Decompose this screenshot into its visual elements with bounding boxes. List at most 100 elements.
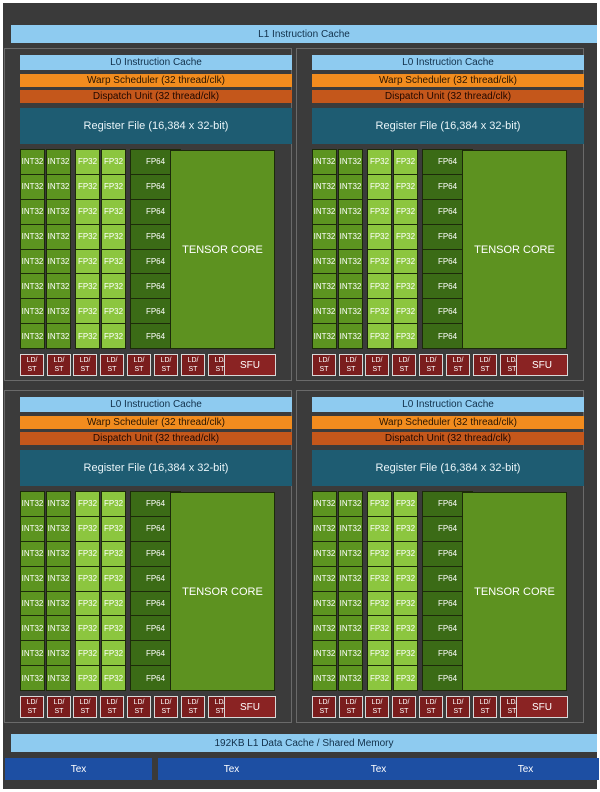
fp32-column: FP32 FP32 FP32 FP32 FP32 FP32 FP32 FP32	[367, 149, 392, 349]
int32-column: INT32 INT32 INT32 INT32 INT32 INT32 INT32 INT32	[46, 149, 71, 349]
int32-unit: INT32	[20, 298, 45, 325]
streaming-multiprocessor: L1 Instruction Cache L0 Instruction Cach…	[3, 3, 599, 789]
int32-column: INT32 INT32 INT32 INT32 INT32 INT32 INT32 INT32	[338, 149, 363, 349]
int32-unit: INT32	[312, 173, 337, 200]
int32-unit: INT32	[20, 491, 45, 517]
int32-unit: INT32	[46, 173, 71, 200]
int32-unit: INT32	[46, 223, 71, 250]
dispatch-unit: Dispatch Unit (32 thread/clk)	[20, 90, 292, 103]
fp32-unit: FP32	[367, 198, 392, 225]
fp32-unit: FP32	[367, 590, 392, 617]
ld-st-unit: LD/ ST	[312, 354, 336, 376]
fp32-unit: FP32	[393, 298, 418, 325]
ld-st-unit: LD/ ST	[392, 354, 416, 376]
ld-st-unit: LD/ ST	[154, 354, 178, 376]
int32-unit: INT32	[312, 540, 337, 567]
int32-unit: INT32	[338, 198, 363, 225]
ld-st-unit: LD/ ST	[154, 696, 178, 718]
fp32-column: FP32 FP32 FP32 FP32 FP32 FP32 FP32 FP32	[75, 149, 100, 349]
fp32-unit: FP32	[75, 665, 100, 691]
tensor-core: TENSOR CORE	[462, 150, 567, 349]
int32-column: INT32 INT32 INT32 INT32 INT32 INT32 INT32 INT32	[20, 149, 45, 349]
fp32-unit: FP32	[75, 565, 100, 592]
warp-scheduler: Warp Scheduler (32 thread/clk)	[312, 74, 584, 87]
fp32-unit: FP32	[367, 323, 392, 349]
fp32-unit: FP32	[367, 540, 392, 567]
fp32-unit: FP32	[393, 615, 418, 642]
fp32-unit: FP32	[367, 223, 392, 250]
fp32-unit: FP32	[393, 540, 418, 567]
processing-block-4: L0 Instruction Cache Warp Scheduler (32 t…	[296, 390, 584, 723]
int32-unit: INT32	[46, 665, 71, 691]
fp32-unit: FP32	[101, 615, 126, 642]
int32-unit: INT32	[312, 491, 337, 517]
fp32-unit: FP32	[75, 223, 100, 250]
fp32-column: FP32 FP32 FP32 FP32 FP32 FP32 FP32 FP32	[101, 491, 126, 691]
fp32-unit: FP32	[101, 640, 126, 667]
int32-unit: INT32	[46, 248, 71, 275]
l0-instruction-cache: L0 Instruction Cache	[312, 397, 584, 412]
fp32-unit: FP32	[75, 590, 100, 617]
int32-unit: INT32	[338, 615, 363, 642]
int32-column: INT32 INT32 INT32 INT32 INT32 INT32 INT32 INT32	[46, 491, 71, 691]
processing-block-1: L0 Instruction Cache Warp Scheduler (32 t…	[4, 48, 292, 381]
int32-unit: INT32	[46, 491, 71, 517]
int32-unit: INT32	[20, 615, 45, 642]
int32-unit: INT32	[338, 298, 363, 325]
ld-st-unit: LD/ ST	[392, 696, 416, 718]
ld-st-unit: LD/ ST	[47, 696, 71, 718]
ld-st-unit: LD/ ST	[181, 696, 205, 718]
int32-unit: INT32	[338, 223, 363, 250]
dispatch-unit: Dispatch Unit (32 thread/clk)	[20, 432, 292, 445]
register-file: Register File (16,384 x 32-bit)	[312, 450, 584, 486]
int32-unit: INT32	[20, 565, 45, 592]
fp32-unit: FP32	[393, 248, 418, 275]
fp32-unit: FP32	[393, 223, 418, 250]
ld-st-unit: LD/ ST	[100, 696, 124, 718]
fp32-unit: FP32	[393, 273, 418, 300]
int32-column: INT32 INT32 INT32 INT32 INT32 INT32 INT32 INT32	[312, 491, 337, 691]
fp32-unit: FP32	[393, 198, 418, 225]
int32-unit: INT32	[46, 590, 71, 617]
ld-st-unit: LD/ ST	[127, 696, 151, 718]
int32-unit: INT32	[338, 248, 363, 275]
int32-unit: INT32	[20, 248, 45, 275]
fp32-unit: FP32	[393, 665, 418, 691]
int32-unit: INT32	[312, 198, 337, 225]
sfu-unit: SFU	[224, 354, 276, 376]
ld-st-unit: LD/ ST	[100, 354, 124, 376]
fp32-unit: FP32	[101, 149, 126, 175]
tex-unit-1: Tex	[5, 758, 152, 780]
fp32-unit: FP32	[367, 615, 392, 642]
int32-unit: INT32	[312, 590, 337, 617]
fp32-unit: FP32	[101, 273, 126, 300]
fp32-column: FP32 FP32 FP32 FP32 FP32 FP32 FP32 FP32	[75, 491, 100, 691]
fp32-unit: FP32	[75, 149, 100, 175]
fp32-unit: FP32	[367, 149, 392, 175]
fp32-unit: FP32	[75, 491, 100, 517]
int32-unit: INT32	[20, 149, 45, 175]
ld-st-unit: LD/ ST	[312, 696, 336, 718]
fp32-unit: FP32	[367, 491, 392, 517]
ld-st-unit: LD/ ST	[73, 354, 97, 376]
fp32-unit: FP32	[101, 565, 126, 592]
sfu-unit: SFU	[224, 696, 276, 718]
int32-unit: INT32	[338, 173, 363, 200]
int32-unit: INT32	[312, 223, 337, 250]
fp32-unit: FP32	[75, 515, 100, 542]
int32-column: INT32 INT32 INT32 INT32 INT32 INT32 INT32 INT32	[338, 491, 363, 691]
fp32-unit: FP32	[393, 323, 418, 349]
ld-st-unit: LD/ ST	[473, 354, 497, 376]
int32-unit: INT32	[46, 515, 71, 542]
fp32-unit: FP32	[393, 515, 418, 542]
fp32-unit: FP32	[75, 198, 100, 225]
ld-st-unit: LD/ ST	[47, 354, 71, 376]
int32-unit: INT32	[20, 198, 45, 225]
fp32-unit: FP32	[367, 273, 392, 300]
fp32-unit: FP32	[101, 665, 126, 691]
fp32-unit: FP32	[75, 540, 100, 567]
fp32-unit: FP32	[393, 149, 418, 175]
fp32-unit: FP32	[101, 198, 126, 225]
fp32-unit: FP32	[393, 565, 418, 592]
tensor-core: TENSOR CORE	[170, 150, 275, 349]
